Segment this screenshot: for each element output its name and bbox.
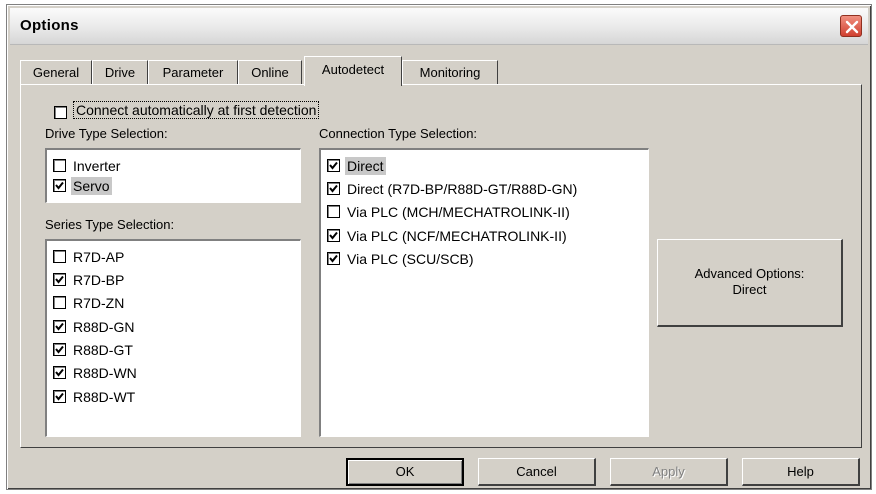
title-bar: Options (10, 8, 868, 45)
checkbox[interactable] (327, 182, 340, 195)
series-type-heading: Series Type Selection: (45, 217, 175, 232)
checkmark-icon (329, 231, 338, 240)
tab-parameter[interactable]: Parameter (148, 60, 238, 84)
tab-general[interactable]: General (20, 60, 92, 84)
connect-auto-label[interactable]: Connect automatically at first detection (73, 101, 320, 119)
checkbox[interactable] (53, 179, 66, 192)
checkmark-icon (55, 368, 64, 377)
checkmark-icon (329, 161, 338, 170)
close-icon (845, 20, 859, 34)
help-button[interactable]: Help (742, 458, 860, 486)
checkbox[interactable] (53, 320, 66, 333)
tab-monitoring[interactable]: Monitoring (402, 60, 498, 84)
checkbox[interactable] (327, 252, 340, 265)
apply-button[interactable]: Apply (610, 458, 728, 486)
drive-type-heading: Drive Type Selection: (45, 126, 168, 141)
tab-online[interactable]: Online (238, 60, 302, 84)
checkmark-icon (55, 275, 64, 284)
tab-autodetect[interactable]: Autodetect (304, 56, 402, 86)
dialog-title: Options (20, 17, 79, 34)
advanced-options-mode: Direct (732, 282, 767, 297)
tab-drive[interactable]: Drive (92, 60, 148, 84)
checkbox[interactable] (53, 343, 66, 356)
checkmark-icon (55, 345, 64, 354)
autodetect-panel: Connect automatically at first detection… (20, 84, 862, 448)
checkbox[interactable] (327, 229, 340, 242)
checkbox[interactable] (53, 296, 66, 309)
advanced-options-button[interactable]: Advanced Options: Direct (657, 239, 843, 327)
ok-button[interactable]: OK (346, 458, 464, 486)
checkbox[interactable] (53, 250, 66, 263)
checkbox[interactable] (53, 366, 66, 379)
checkmark-icon (55, 392, 64, 401)
checkmark-icon (329, 254, 338, 263)
series-type-list[interactable]: R7D-AP R7D-BP R7D-ZN R88D-GN R88D-GT R88… (45, 239, 301, 437)
checkbox[interactable] (53, 159, 66, 172)
drive-type-list[interactable]: Inverter Servo (45, 148, 301, 203)
checkmark-icon (55, 181, 64, 190)
checkmark-icon (55, 322, 64, 331)
connection-type-heading: Connection Type Selection: (319, 126, 478, 141)
connection-type-list[interactable]: Direct Direct (R7D-BP/R88D-GT/R88D-GN) V… (319, 148, 649, 437)
checkbox[interactable] (327, 159, 340, 172)
checkbox[interactable] (327, 205, 340, 218)
close-button[interactable] (840, 15, 862, 37)
checkbox[interactable] (53, 390, 66, 403)
connect-auto-checkbox[interactable] (54, 106, 67, 119)
checkmark-icon (329, 184, 338, 193)
checkbox[interactable] (53, 273, 66, 286)
cancel-button[interactable]: Cancel (478, 458, 596, 486)
advanced-options-label: Advanced Options: (694, 266, 805, 281)
